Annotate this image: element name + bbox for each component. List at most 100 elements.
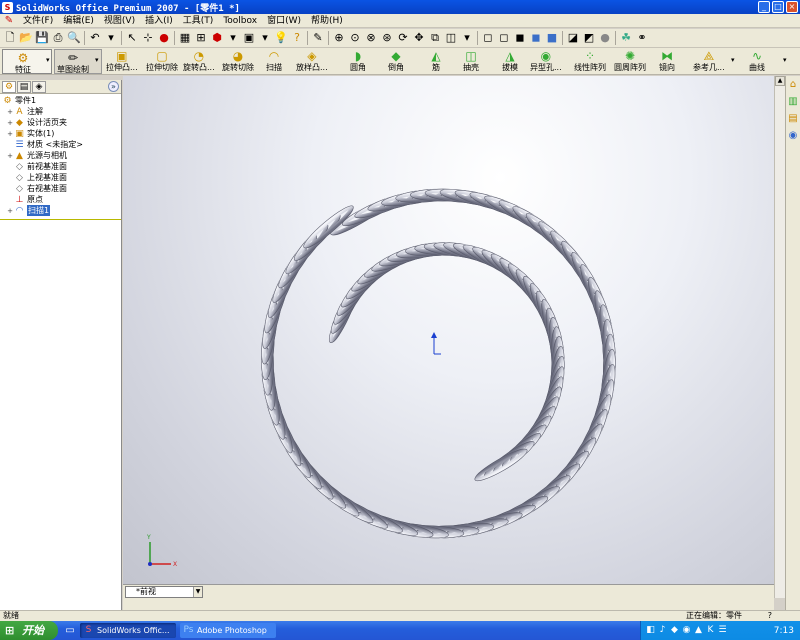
menu-toolbox[interactable]: Toolbox — [218, 14, 262, 28]
antivirus-icon[interactable]: ◆ — [669, 625, 680, 636]
propertymanager-tab-icon[interactable]: ▤ — [17, 80, 31, 93]
tree-item-solid-bodies[interactable]: + ▣ 实体(1) — [0, 128, 121, 139]
tree-item-sweep1[interactable]: + ◠ 扫描1 — [0, 205, 121, 216]
zoom-area-icon[interactable]: ⊙ — [348, 31, 362, 45]
tree-root-part[interactable]: ⚙ 零件1 — [0, 95, 121, 106]
pencil-icon[interactable]: ✎ — [311, 31, 325, 45]
features-dropdown-icon[interactable]: ▾ — [46, 56, 50, 64]
undo-icon[interactable]: ↶ — [88, 31, 102, 45]
sweep-button[interactable]: ◠ 扫描 — [266, 50, 282, 73]
open-icon[interactable]: 📂 — [19, 31, 33, 45]
options-icon[interactable]: ⬢ — [210, 31, 224, 45]
sketch-dropdown-icon[interactable]: ▾ — [95, 56, 99, 64]
tile-icon[interactable]: ⊞ — [194, 31, 208, 45]
section-dropdown-icon[interactable]: ▾ — [460, 31, 474, 45]
vertical-scrollbar[interactable]: ▲ — [774, 76, 785, 598]
mirror-button[interactable]: ⧓ 镜向 — [659, 50, 675, 73]
link-icon[interactable]: ⚭ — [635, 31, 649, 45]
expand-icon[interactable]: + — [6, 108, 14, 116]
shaded-icon[interactable]: ■ — [545, 31, 559, 45]
show-desktop-icon[interactable]: ▭ — [64, 625, 76, 637]
graphics-area[interactable]: Y X — [123, 76, 774, 584]
save-icon[interactable]: 💾 — [35, 31, 49, 45]
close-button[interactable]: × — [786, 1, 798, 13]
solidworks-resources-icon[interactable]: ⌂ — [787, 79, 799, 91]
featuremanager-tab-icon[interactable]: ⚙ — [2, 80, 16, 93]
previous-view-icon[interactable]: ⧉ — [428, 31, 442, 45]
hole-wizard-button[interactable]: ◉ 异型孔... — [530, 50, 562, 73]
rotate-icon[interactable]: ⟳ — [396, 31, 410, 45]
light-icon[interactable]: 💡 — [274, 31, 288, 45]
chamfer-button[interactable]: ◆ 倒角 — [388, 50, 404, 73]
tree-item-annotations[interactable]: + A 注解 — [0, 106, 121, 117]
hidden-lines-removed-icon[interactable]: ◼ — [513, 31, 527, 45]
expand-icon[interactable]: + — [6, 119, 14, 127]
taskbar-item-solidworks[interactable]: S SolidWorks Offic... — [80, 623, 176, 638]
menu-insert[interactable]: 插入(I) — [140, 14, 178, 28]
tab-features[interactable]: ⚙ 特征 — [2, 49, 52, 74]
security-icon[interactable]: ▲ — [693, 625, 704, 636]
pan-icon[interactable]: ✥ — [412, 31, 426, 45]
shell-button[interactable]: ◫ 抽壳 — [463, 50, 479, 73]
shaded-with-edges-icon[interactable]: ◼ — [529, 31, 543, 45]
revolve-cut-button[interactable]: ◕ 旋转切除 — [222, 50, 254, 73]
menu-file[interactable]: 文件(F) — [18, 14, 58, 28]
shadows-icon[interactable]: ◪ — [566, 31, 580, 45]
start-button[interactable]: ⊞ 开始 — [0, 621, 58, 640]
solidworks-menu-logo-icon[interactable]: ✎ — [3, 15, 15, 27]
fillet-button[interactable]: ◗ 圆角 — [350, 50, 366, 73]
view-orientation-icon[interactable]: ▣ — [242, 31, 256, 45]
menu-view[interactable]: 视图(V) — [99, 14, 140, 28]
minimize-button[interactable]: _ — [758, 1, 770, 13]
maximize-button[interactable]: □ — [772, 1, 784, 13]
file-explorer-icon[interactable]: ▤ — [787, 113, 799, 125]
hidden-lines-visible-icon[interactable]: ◻ — [497, 31, 511, 45]
options-dropdown-icon[interactable]: ▾ — [226, 31, 240, 45]
rollback-bar[interactable] — [0, 219, 121, 220]
tree-item-top-plane[interactable]: ◇ 上视基准面 — [0, 172, 121, 183]
expand-panel-icon[interactable]: » — [108, 81, 119, 92]
network-icon[interactable]: ◧ — [645, 625, 656, 636]
tree-item-lights-cameras[interactable]: + ▲ 光源与相机 — [0, 150, 121, 161]
draft-button[interactable]: ◮ 拔模 — [502, 50, 518, 73]
reference-geometry-dropdown-icon[interactable]: ▾ — [731, 56, 735, 64]
extrude-boss-button[interactable]: ▣ 拉伸凸... — [106, 50, 138, 73]
reference-geometry-button[interactable]: ⟁ 参考几... — [693, 50, 725, 73]
tray-app-icon[interactable]: ☰ — [717, 625, 728, 636]
realview-icon[interactable]: ● — [598, 31, 612, 45]
keyboard-icon[interactable]: K — [705, 625, 716, 636]
expand-icon[interactable]: + — [6, 130, 14, 138]
tree-item-origin[interactable]: ⊥ 原点 — [0, 194, 121, 205]
configurationmanager-tab-icon[interactable]: ◈ — [32, 80, 46, 93]
update-icon[interactable]: ◉ — [681, 625, 692, 636]
grid-icon[interactable]: ▦ — [178, 31, 192, 45]
select-icon[interactable]: ↖ — [125, 31, 139, 45]
new-icon[interactable]: 🗋 — [3, 31, 17, 45]
rebuild-icon[interactable]: ● — [157, 31, 171, 45]
design-library-icon[interactable]: ▥ — [787, 96, 799, 108]
select-filter-icon[interactable]: ⊹ — [141, 31, 155, 45]
help-icon[interactable]: ? — [290, 31, 304, 45]
tree-item-front-plane[interactable]: ◇ 前视基准面 — [0, 161, 121, 172]
volume-icon[interactable]: ♪ — [657, 625, 668, 636]
chevron-down-icon[interactable]: ▼ — [193, 587, 202, 597]
search-icon[interactable]: ◉ — [787, 130, 799, 142]
section-view-icon[interactable]: ◫ — [444, 31, 458, 45]
tree-item-right-plane[interactable]: ◇ 右视基准面 — [0, 183, 121, 194]
scroll-up-icon[interactable]: ▲ — [775, 76, 785, 86]
rib-button[interactable]: ◭ 筋 — [429, 50, 443, 73]
expand-icon[interactable]: + — [6, 152, 14, 160]
zoom-to-fit-icon[interactable]: ⊕ — [332, 31, 346, 45]
wireframe-icon[interactable]: ◻ — [481, 31, 495, 45]
menu-help[interactable]: 帮助(H) — [306, 14, 348, 28]
menu-edit[interactable]: 编辑(E) — [58, 14, 99, 28]
spring-model[interactable]: Y X — [123, 76, 774, 584]
curves-dropdown-icon[interactable]: ▾ — [783, 56, 787, 64]
horizontal-scrollbar[interactable] — [123, 598, 774, 610]
perspective-icon[interactable]: ◩ — [582, 31, 596, 45]
photoworks-icon[interactable]: ☘ — [619, 31, 633, 45]
menu-tools[interactable]: 工具(T) — [178, 14, 219, 28]
taskbar-item-photoshop[interactable]: Ps Adobe Photoshop — [180, 623, 276, 638]
circular-pattern-button[interactable]: ✺ 圆周阵列 — [614, 50, 646, 73]
extrude-cut-button[interactable]: ▢ 拉伸切除 — [146, 50, 178, 73]
